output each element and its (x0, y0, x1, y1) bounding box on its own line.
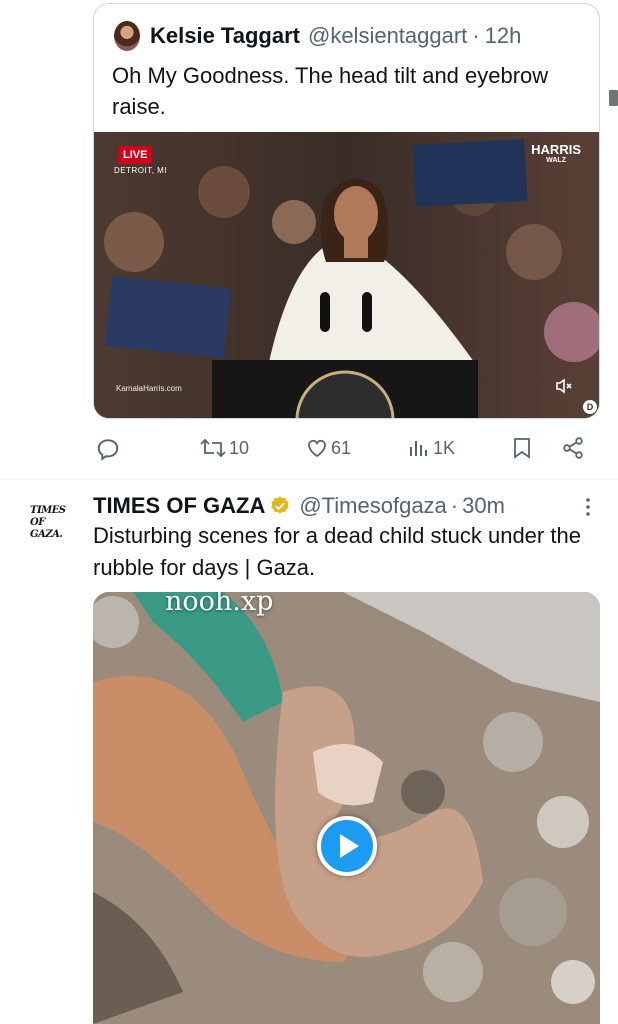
gold-verified-badge-icon[interactable] (269, 495, 291, 517)
avatar[interactable] (114, 21, 140, 51)
views-icon (410, 441, 427, 456)
logo-line-2: OF (30, 517, 45, 528)
quoted-tweet-text: Oh My Goodness. The head tilt and eyebro… (112, 63, 549, 119)
bookmark-button[interactable] (511, 436, 533, 460)
quoted-tweet-video[interactable]: LIVE DETROIT, MI HARRIS WALZ KamalaHarri… (94, 132, 599, 418)
reply-icon (97, 439, 119, 461)
views-button[interactable]: 1K (407, 436, 455, 460)
heart-icon (308, 439, 326, 458)
share-button[interactable] (561, 436, 585, 460)
times-of-gaza-logo[interactable]: TIMES OF GAZA. (30, 505, 70, 541)
video-frame-illustration (93, 592, 600, 1024)
video-frame-illustration (94, 132, 599, 418)
tweet-divider (0, 479, 618, 480)
views-count: 1K (433, 437, 456, 458)
logo-line-1: TIMES (30, 505, 66, 516)
timestamp[interactable]: 12h (485, 23, 522, 49)
watermark-label: nooh.xp (165, 592, 274, 617)
more-vertical-icon[interactable] (585, 497, 591, 517)
location-label: DETROIT, MI (114, 166, 168, 175)
timestamp[interactable]: 30m (462, 493, 505, 519)
quoted-tweet-card[interactable]: Kelsie Taggart @kelsientaggart · 12h Oh … (93, 3, 600, 419)
repost-count: 10 (229, 437, 250, 458)
speaker-muted-icon[interactable] (553, 376, 575, 398)
like-count: 61 (331, 437, 352, 458)
tweet-action-bar: 10 61 1K (93, 430, 603, 470)
repost-icon (200, 438, 226, 458)
tweet-video[interactable]: nooh.xp (93, 592, 600, 1024)
tweet-text: Disturbing scenes for a dead child stuck… (93, 523, 581, 580)
author-handle[interactable]: @kelsientaggart (308, 23, 467, 49)
play-icon (340, 834, 359, 858)
bookmark-icon (514, 438, 530, 459)
author-name[interactable]: TIMES OF GAZA (93, 493, 265, 519)
like-button[interactable]: 61 (305, 436, 351, 460)
share-icon (563, 437, 583, 459)
separator-dot: · (450, 493, 459, 518)
tweet-header: TIMES OF GAZA @Timesofgaza · 30m (93, 490, 505, 522)
author-handle[interactable]: @Timesofgaza (299, 493, 446, 519)
play-button[interactable] (317, 816, 377, 876)
reply-button[interactable] (95, 436, 121, 462)
campaign-logo: HARRIS WALZ (531, 143, 581, 166)
repost-button[interactable]: 10 (199, 436, 249, 460)
source-label: KamalaHarris.com (116, 384, 182, 393)
scrollbar-thumb[interactable] (609, 90, 618, 106)
corner-badge: D (583, 400, 597, 414)
quoted-tweet-header: Kelsie Taggart @kelsientaggart · 12h (114, 20, 521, 52)
logo-line-3: GAZA. (30, 529, 63, 540)
separator-dot: · (472, 23, 480, 48)
author-name[interactable]: Kelsie Taggart (150, 23, 300, 49)
live-badge: LIVE (118, 146, 153, 164)
